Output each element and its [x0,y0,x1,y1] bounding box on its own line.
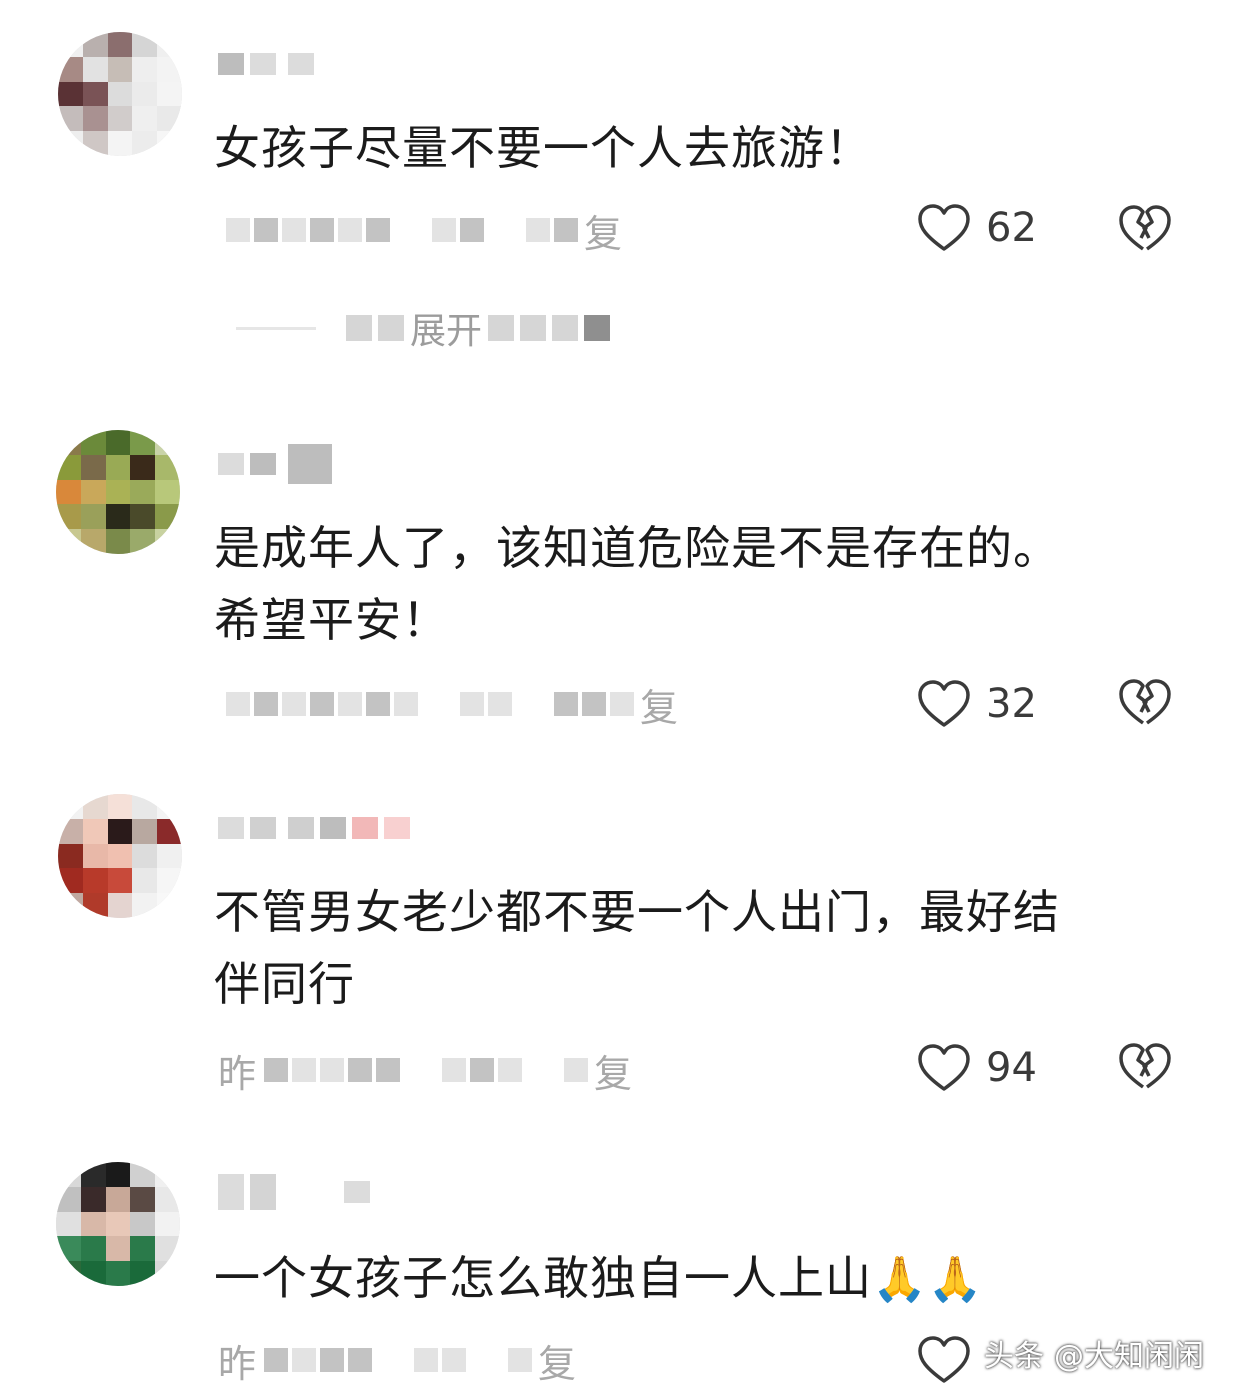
comment-meta: 复 [218,200,622,260]
blurred-location [432,218,484,242]
blurred-timestamp [226,218,390,242]
comment-text-line-2: 伴同行 [214,957,355,1011]
comment-meta: 昨 复 [218,1040,632,1100]
comment-text: 一个女孩子怎么敢独自一人上山🙏🙏 [214,1242,1174,1316]
expand-replies[interactable]: 展开 [236,298,611,358]
blurred-timestamp [264,1348,373,1372]
blurred-reply [554,692,634,716]
comment-text: 不管男女老少都不要一个人出门，最好结 伴同行 [214,876,1174,1020]
avatar[interactable] [58,794,182,918]
username[interactable] [218,444,332,484]
comment-text-body: 一个女孩子怎么敢独自一人上山 [214,1251,872,1305]
expand-label: 展开 [410,311,483,352]
heart-outline-icon [918,1336,970,1383]
blurred-timestamp [264,1058,401,1082]
comment-text-line-1: 不管男女老少都不要一个人出门，最好结 [214,885,1060,939]
heart-outline-icon [918,204,970,251]
blurred-reply [508,1348,533,1372]
broken-heart-icon[interactable] [1116,1040,1174,1094]
comment-text: 是成年人了，该知道危险是不是存在的。 希望平安！ [214,512,1174,656]
blurred-reply [564,1058,589,1082]
broken-heart-icon[interactable] [1116,676,1174,730]
blurred-reply [526,218,578,242]
username[interactable] [218,808,410,848]
avatar[interactable] [58,32,182,156]
heart-outline-icon [918,1044,970,1091]
like-button[interactable]: 32 [916,674,1037,734]
heart-outline-icon [918,680,970,727]
blurred-location [442,1058,523,1082]
timestamp: 昨 [218,1341,257,1386]
blurred-timestamp [226,692,418,716]
comment-text-line-2: 希望平安！ [214,593,449,647]
comment-text-line-1: 是成年人了，该知道危险是不是存在的。 [214,521,1060,575]
reply-button[interactable]: 复 [594,1043,632,1098]
like-count: 32 [986,681,1037,727]
username[interactable] [218,1172,370,1212]
like-button[interactable]: 94 [916,1038,1037,1098]
broken-heart-icon[interactable] [1116,202,1174,256]
reply-button[interactable]: 复 [584,203,622,258]
comment-meta: 昨 复 [218,1330,576,1390]
reply-button[interactable]: 复 [640,677,678,732]
avatar[interactable] [56,1162,180,1286]
like-button[interactable]: 62 [916,198,1037,258]
avatar[interactable] [56,430,180,554]
prayer-emoji-icon: 🙏🙏 [872,1254,984,1305]
reply-button[interactable]: 复 [538,1333,576,1388]
blurred-location [414,1348,467,1372]
watermark-account: @大知闲闲 [1054,1339,1204,1374]
divider [236,326,316,330]
username[interactable] [218,44,314,84]
comment-meta: 复 [218,674,678,734]
watermark-brand: 头条 [984,1339,1044,1374]
blurred-location [460,692,512,716]
watermark: 头条 @大知闲闲 [984,1330,1214,1376]
like-button[interactable] [916,1330,972,1390]
like-count: 94 [986,1045,1037,1091]
like-count: 62 [986,205,1037,251]
timestamp: 昨 [218,1051,257,1096]
comment-text: 女孩子尽量不要一个人去旅游！ [214,121,872,175]
